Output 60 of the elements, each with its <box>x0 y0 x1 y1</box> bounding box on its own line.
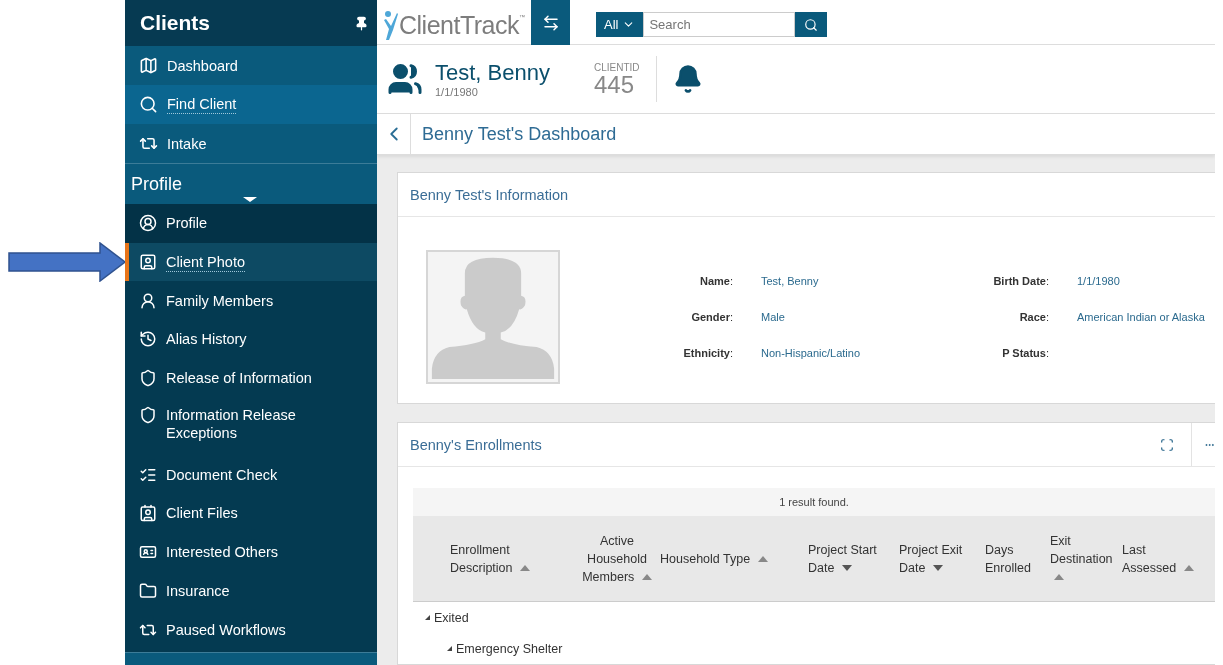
result-count: 1 result found. <box>413 488 1215 516</box>
column-header[interactable]: Enrollment Description <box>450 540 580 577</box>
pin-icon[interactable] <box>354 15 369 31</box>
column-header[interactable]: Active Household Members <box>580 531 660 586</box>
nav-item[interactable]: Dashboard <box>125 46 377 85</box>
field-label: Ethnicity: <box>682 347 733 359</box>
expanded-icon[interactable] <box>425 615 430 620</box>
nav-item[interactable]: Intake <box>125 124 377 163</box>
shield-icon <box>139 369 157 388</box>
search-icon <box>804 17 819 32</box>
field-value: American Indian or Alaska <box>1077 311 1206 323</box>
search-icon <box>139 95 158 114</box>
map-icon <box>139 56 158 75</box>
field-value: Non-Hispanic/Latino <box>761 347 862 359</box>
folder-icon <box>139 581 157 600</box>
column-header[interactable]: Household Type <box>660 549 808 568</box>
users-icon <box>387 61 423 97</box>
field-label: Name: <box>698 275 733 287</box>
client-id-label: CLIENTID <box>593 61 640 73</box>
field-label: Gender: <box>690 311 733 323</box>
client-dob: 1/1/1980 <box>435 86 479 98</box>
group-row[interactable]: Exited <box>413 602 1215 633</box>
column-header[interactable]: Last Assessed <box>1122 540 1202 577</box>
sidebar-title: Clients <box>140 11 210 35</box>
contact-book-icon <box>139 504 157 523</box>
field-value: Test, Benny <box>761 275 820 287</box>
search-field[interactable]: Search <box>643 12 796 37</box>
switch-button[interactable] <box>531 0 570 46</box>
column-header[interactable]: Project Exit Date <box>899 540 985 577</box>
shield-icon <box>139 406 157 425</box>
page-title: Benny Test's Dashboard <box>422 123 617 145</box>
client-id: 445 <box>593 72 634 97</box>
contact-card-icon <box>139 253 157 272</box>
back-button[interactable] <box>377 114 411 154</box>
expand-icon <box>1160 437 1174 452</box>
scope-dropdown[interactable]: All <box>596 12 644 37</box>
swap-icon <box>541 14 560 32</box>
field-label: P Status: <box>1001 347 1049 359</box>
figure-icon <box>383 10 399 40</box>
search-button[interactable] <box>795 12 828 37</box>
person-icon <box>139 291 157 310</box>
field-label: Birth Date: <box>992 275 1049 287</box>
nav-item[interactable]: Find Client <box>125 85 377 124</box>
card-title: Benny's Enrollments <box>410 436 543 453</box>
nav-item[interactable]: Profile <box>125 204 377 243</box>
user-circle-icon <box>139 214 157 233</box>
section-header[interactable]: Profile <box>125 163 377 204</box>
card-title: Benny Test's Information <box>410 186 570 203</box>
column-header[interactable]: Days Enrolled <box>985 540 1050 577</box>
nav-item[interactable]: Client Photo <box>125 242 377 282</box>
column-header[interactable]: Project Start Date <box>808 540 899 577</box>
group-row[interactable]: Emergency Shelter <box>413 633 1215 664</box>
column-header[interactable]: Exit Destination <box>1050 531 1122 586</box>
history-icon <box>139 330 157 349</box>
expanded-icon[interactable] <box>447 646 452 651</box>
client-name: Test, Benny <box>435 60 550 86</box>
avatar-placeholder-icon <box>426 250 560 384</box>
field-value: 1/1/1980 <box>1077 275 1121 287</box>
field-value: Male <box>761 311 786 323</box>
field-label: Race: <box>1018 311 1049 323</box>
